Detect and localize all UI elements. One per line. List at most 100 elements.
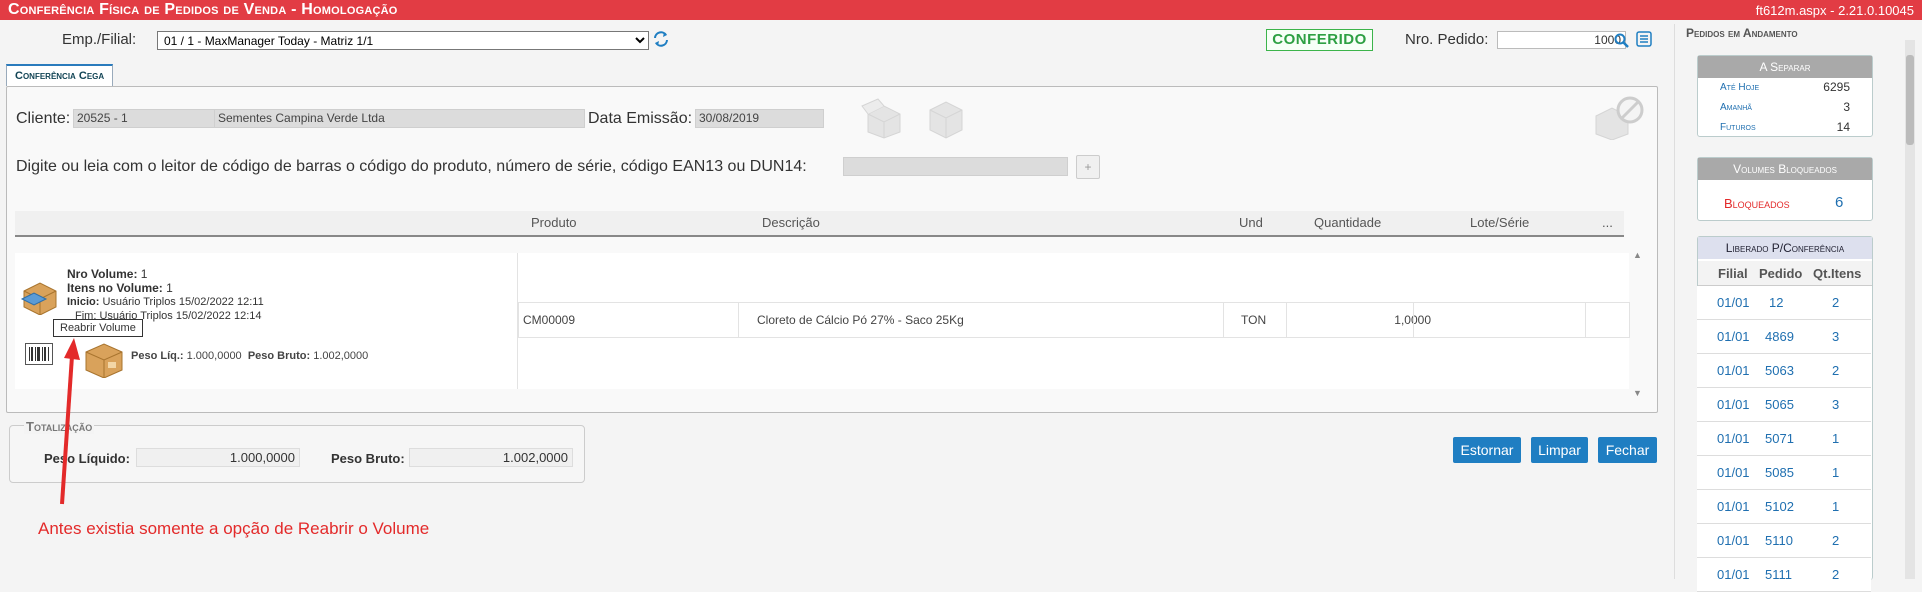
list-item[interactable]: 01/01 5071 1 (1697, 422, 1871, 456)
filial-cell: 01/01 (1717, 567, 1750, 582)
barcode-icon[interactable] (25, 343, 53, 365)
amanha-value: 3 (1843, 100, 1850, 114)
qt-cell: 1 (1832, 465, 1840, 480)
divider (738, 302, 739, 338)
itens-volume-value: 1 (166, 281, 173, 295)
bloqueados-card: Volumes Bloqueados (1697, 157, 1873, 221)
filial-cell: 01/01 (1717, 397, 1750, 412)
cliente-code-field: 20525 - 1 (73, 109, 215, 128)
col-pedido: Pedido (1759, 266, 1803, 281)
peso-bruto-value: 1.002,0000 (313, 350, 369, 362)
filial-cell: 01/01 (1717, 465, 1750, 480)
peso-liq-label: Peso Líq.: (131, 350, 184, 362)
sidebar-scroll-thumb[interactable] (1906, 55, 1914, 145)
col-quantidade[interactable]: Quantidade (1314, 215, 1381, 230)
page-title: Conferência Física de Pedidos de Venda -… (8, 1, 398, 18)
data-emissao-field: 30/08/2019 (695, 109, 824, 128)
cliente-name-field: Sementes Campina Verde Ltda (214, 109, 585, 128)
pedido-cell: 5063 (1765, 363, 1794, 378)
amanha-link[interactable]: Amanhã (1720, 102, 1752, 113)
qt-cell: 3 (1832, 329, 1840, 344)
total-bruto-label: Peso Bruto: (331, 451, 405, 466)
search-icon[interactable] (1614, 33, 1630, 49)
cell-descricao: Cloreto de Cálcio Pó 27% - Saco 25Kg (757, 313, 964, 327)
blocked-box-icon (1595, 96, 1644, 140)
limpar-button[interactable]: Limpar (1531, 437, 1588, 463)
pedido-cell: 5111 (1765, 567, 1792, 582)
refresh-icon[interactable] (652, 30, 670, 48)
col-descricao[interactable]: Descrição (762, 215, 820, 230)
annotation-arrow (60, 338, 80, 505)
qt-cell: 3 (1832, 397, 1840, 412)
nro-volume-value: 1 (140, 267, 148, 281)
annotation-text: Antes existia somente a opção de Reabrir… (38, 519, 430, 538)
qt-cell: 2 (1832, 567, 1840, 582)
peso-bruto-label: Peso Bruto: (247, 350, 311, 362)
liberado-header: Liberado P/Conferência (1698, 237, 1872, 259)
futuros-link[interactable]: Futuros (1720, 122, 1756, 133)
closed-box-icon (929, 101, 963, 139)
col-lote[interactable]: Lote/Série (1470, 215, 1529, 230)
data-emissao-label: Data Emissão: (588, 110, 693, 127)
cell-und: TON (1241, 313, 1267, 327)
filial-cell: 01/01 (1717, 533, 1750, 548)
reabrir-volume-icon[interactable] (82, 338, 126, 378)
col-und[interactable]: Und (1239, 215, 1263, 230)
ate-hoje-value: 6295 (1823, 80, 1850, 94)
inicio-label: Inicio: (67, 296, 100, 308)
col-produto[interactable]: Produto (531, 215, 577, 230)
itens-volume-label: Itens no Volume: (67, 281, 163, 295)
pedido-cell: 12 (1769, 295, 1784, 310)
volume-info: Nro Volume: 1 Itens no Volume: 1 Inicio:… (67, 267, 264, 323)
cell-produto: CM00009 (523, 313, 576, 327)
filial-cell: 01/01 (1717, 363, 1750, 378)
scroll-up-icon[interactable]: ▲ (1633, 250, 1642, 260)
divider (1413, 302, 1414, 338)
bloqueados-value: 6 (1835, 194, 1844, 211)
list-item[interactable]: 01/01 5065 3 (1697, 388, 1871, 422)
estornar-button[interactable]: Estornar (1453, 437, 1521, 463)
divider (1286, 302, 1287, 338)
nro-volume-label: Nro Volume: (67, 267, 138, 281)
list-item[interactable]: 01/01 5111 2 (1697, 558, 1871, 592)
list-item[interactable]: 01/01 4869 3 (1697, 320, 1871, 354)
pedido-cell: 5071 (1765, 431, 1794, 446)
title-bar: Conferência Física de Pedidos de Venda -… (0, 0, 1922, 20)
sidebar-title: Pedidos em Andamento (1686, 26, 1798, 40)
total-bruto-field: 1.002,0000 (409, 448, 573, 467)
futuros-value: 14 (1836, 120, 1850, 134)
list-item[interactable]: 01/01 5085 1 (1697, 456, 1871, 490)
scan-input[interactable] (843, 157, 1068, 176)
col-more[interactable]: ... (1602, 215, 1613, 230)
volume-box-icon (20, 282, 57, 315)
list-icon[interactable] (1636, 31, 1652, 47)
filial-cell: 01/01 (1717, 499, 1750, 514)
pedido-input[interactable]: 1000 (1497, 31, 1626, 49)
peso-info: Peso Líq.: 1.000,0000 Peso Bruto: 1.002,… (131, 350, 368, 362)
list-item[interactable]: 01/01 5110 2 (1697, 524, 1871, 558)
list-item[interactable]: 01/01 5063 2 (1697, 354, 1871, 388)
pedido-cell: 5102 (1765, 499, 1794, 514)
pedido-cell: 5065 (1765, 397, 1794, 412)
list-item[interactable]: 01/01 12 2 (1697, 286, 1871, 320)
qt-cell: 2 (1832, 295, 1840, 310)
tab-conferencia-cega[interactable]: Conferência Cega (6, 64, 114, 86)
qt-cell: 2 (1832, 533, 1840, 548)
pedido-label: Nro. Pedido: (1405, 31, 1489, 48)
table-row[interactable]: CM00009 Cloreto de Cálcio Pó 27% - Saco … (518, 302, 1630, 338)
col-filial: Filial (1718, 266, 1748, 281)
cliente-label: Cliente: (16, 110, 71, 127)
fechar-button[interactable]: Fechar (1598, 437, 1657, 463)
emp-filial-select[interactable]: 01 / 1 - MaxManager Today - Matriz 1/1 (157, 31, 649, 50)
list-item[interactable]: 01/01 5102 1 (1697, 490, 1871, 524)
reabrir-tooltip: Reabrir Volume (53, 319, 143, 337)
add-button[interactable]: + (1076, 155, 1100, 179)
bloqueados-link[interactable]: Bloqueados (1724, 196, 1790, 211)
total-liq-field: 1.000,0000 (136, 448, 300, 467)
ate-hoje-link[interactable]: Até Hoje (1720, 82, 1759, 93)
scroll-down-icon[interactable]: ▼ (1633, 388, 1642, 398)
filial-cell: 01/01 (1717, 329, 1750, 344)
pedido-cell: 4869 (1765, 329, 1794, 344)
qt-cell: 1 (1832, 431, 1840, 446)
pedido-cell: 5085 (1765, 465, 1794, 480)
